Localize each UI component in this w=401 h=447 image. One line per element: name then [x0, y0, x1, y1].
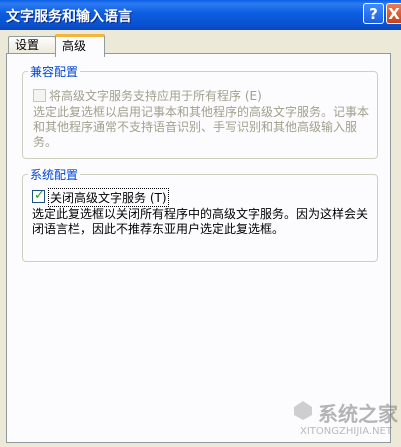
help-button[interactable]: ? [363, 3, 384, 24]
disable-advanced-services-checkbox[interactable]: ✓ [32, 188, 45, 203]
tab-advanced[interactable]: 高级 [55, 34, 105, 57]
tab-settings[interactable]: 设置 [8, 36, 56, 54]
disable-advanced-services-label[interactable]: 关闭高级文字服务 (T) [48, 188, 169, 207]
compat-config-legend: 兼容配置 [28, 63, 81, 80]
system-config-legend: 系统配置 [28, 166, 81, 183]
watermark-text: 系统之家 [318, 402, 398, 426]
system-description: 选定此复选框以关闭所有程序中的高级文字服务。因为这样会关闭语言栏，因此不推荐东亚… [32, 207, 369, 236]
compat-checkbox-label[interactable]: 将高级文字服务支持应用于所有程序 (E) [49, 87, 262, 104]
watermark-url: XITONGZHIJIA.NET [300, 426, 392, 437]
watermark-logo-icon [294, 401, 312, 420]
compat-checkbox[interactable] [33, 89, 46, 102]
close-button[interactable]: X [386, 3, 401, 24]
title-bar: 文字服务和输入语言 ? X [0, 0, 401, 30]
window-title: 文字服务和输入语言 [6, 9, 132, 25]
check-mark-icon: ✓ [34, 188, 45, 203]
compat-description: 选定此复选框以启用记事本和其他程序的高级文字服务。记事本和其他程序通常不支持语音… [33, 105, 370, 149]
